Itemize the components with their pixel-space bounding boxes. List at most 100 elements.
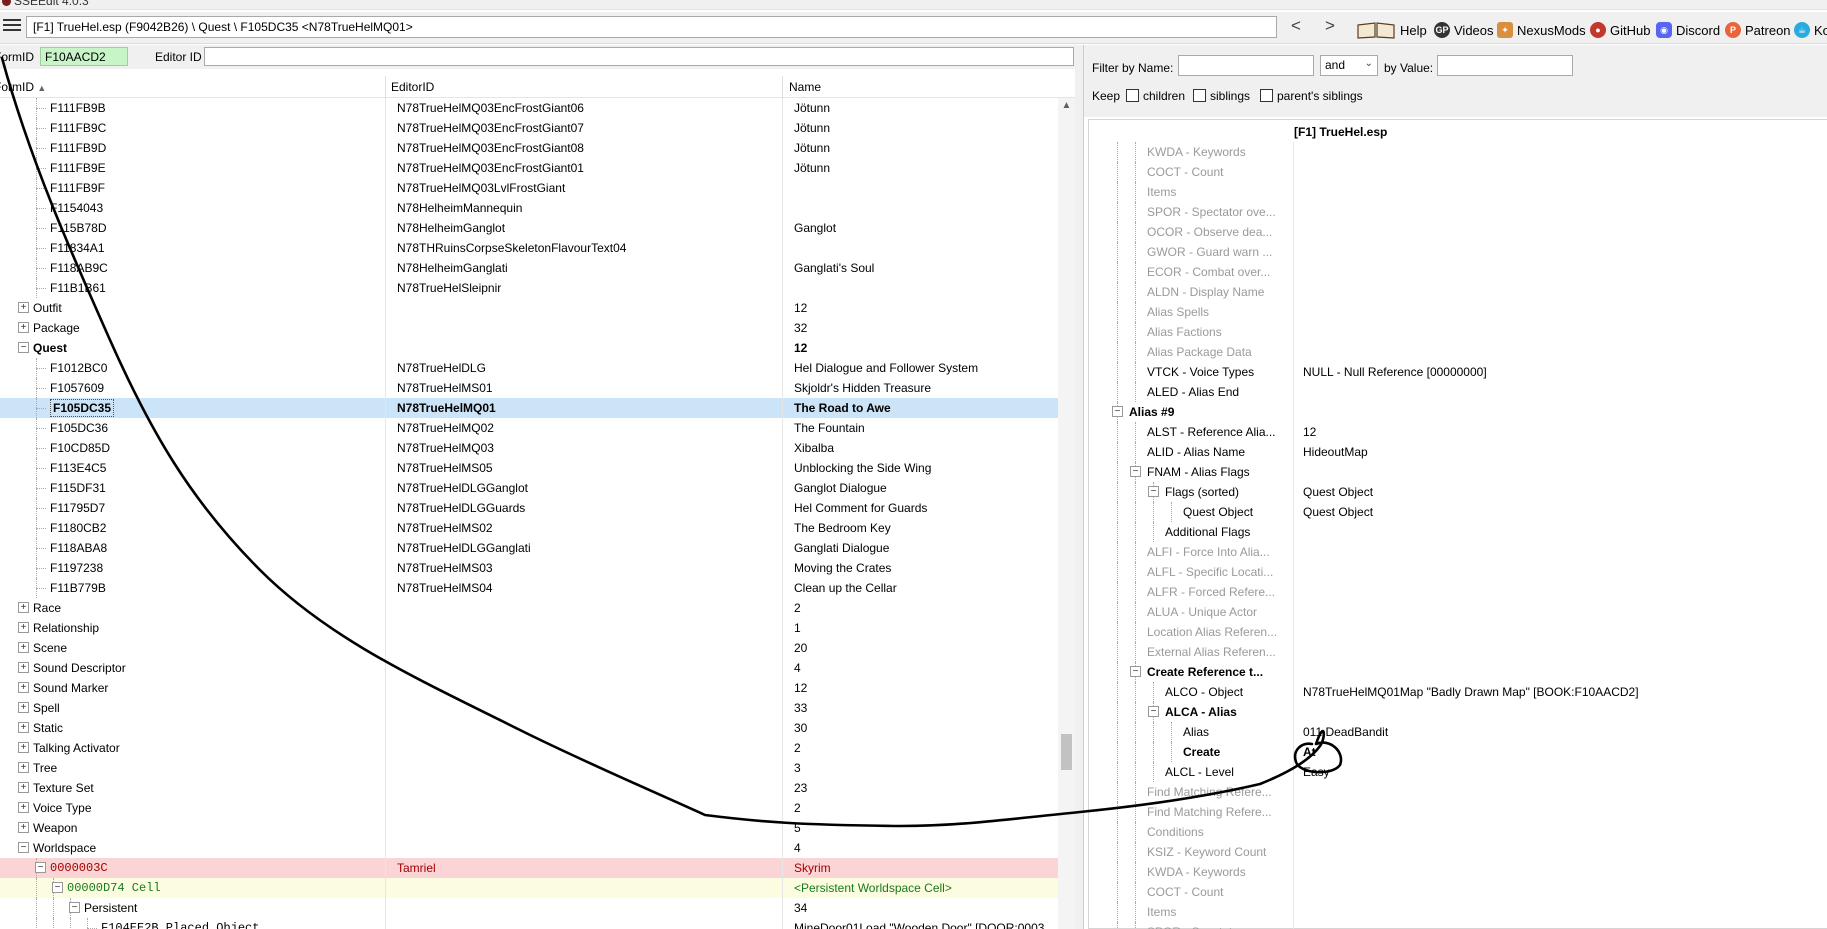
- filter-value-input[interactable]: [1437, 55, 1573, 76]
- collapse-node-icon[interactable]: −: [1130, 666, 1141, 677]
- record-field-row[interactable]: Location Alias Referen...: [1089, 622, 1827, 642]
- nexusmods-link[interactable]: ✦ NexusMods: [1497, 20, 1586, 40]
- patreon-link[interactable]: P Patreon: [1725, 20, 1791, 40]
- collapse-node-icon[interactable]: −: [18, 342, 29, 353]
- tree-row[interactable]: − Worldspace 4: [0, 838, 1058, 858]
- tree-row[interactable]: F11B779B N78TrueHelMS04 Clean up the Cella…: [0, 578, 1058, 598]
- tree-row[interactable]: + Weapon 5: [0, 818, 1058, 838]
- record-field-row[interactable]: KWDA - Keywords: [1089, 142, 1827, 162]
- field-value[interactable]: 011 DeadBandit: [1303, 725, 1388, 739]
- collapse-node-icon[interactable]: −: [1130, 466, 1141, 477]
- record-fields-view[interactable]: [F1] TrueHel.esp KWDA - Keywords COCT - C…: [1088, 119, 1827, 929]
- record-field-row[interactable]: ALCL - Level Easy: [1089, 762, 1827, 782]
- record-field-row[interactable]: SPOR - Spectator ove...: [1089, 922, 1827, 929]
- record-field-row[interactable]: COCT - Count: [1089, 882, 1827, 902]
- tree-row[interactable]: − Quest 12: [0, 338, 1058, 358]
- hamburger-menu-icon[interactable]: [3, 19, 21, 35]
- tree-row[interactable]: F1012BC0 N78TrueHelDLG Hel Dialogue and Fo…: [0, 358, 1058, 378]
- record-field-row[interactable]: − FNAM - Alias Flags: [1089, 462, 1827, 482]
- record-field-row[interactable]: Alias Factions: [1089, 322, 1827, 342]
- expand-node-icon[interactable]: +: [18, 782, 29, 793]
- tree-row[interactable]: F118ABA8 N78TrueHelDLGGanglati Ganglati Di…: [0, 538, 1058, 558]
- collapse-node-icon[interactable]: −: [52, 882, 63, 893]
- column-formid[interactable]: FormID ▲: [0, 80, 46, 94]
- record-field-row[interactable]: Alias 011 DeadBandit: [1089, 722, 1827, 742]
- field-value[interactable]: At: [1303, 745, 1316, 759]
- tree-row[interactable]: F104EE2B Placed Object MineDoor01Load "Wo…: [0, 918, 1058, 929]
- tree-scrollbar[interactable]: ▲: [1058, 98, 1075, 929]
- record-field-row[interactable]: ALED - Alias End: [1089, 382, 1827, 402]
- tree-row[interactable]: + Sound Descriptor 4: [0, 658, 1058, 678]
- discord-link[interactable]: ◉ Discord: [1656, 20, 1720, 40]
- tree-row[interactable]: F111FB9B N78TrueHelMQ03EncFrostGiant06 Jöt…: [0, 98, 1058, 118]
- help-link[interactable]: Help: [1356, 20, 1427, 40]
- scroll-up-arrow-icon[interactable]: ▲: [1058, 100, 1075, 111]
- record-field-row[interactable]: ALUA - Unique Actor: [1089, 602, 1827, 622]
- collapse-node-icon[interactable]: −: [69, 902, 80, 913]
- expand-node-icon[interactable]: +: [18, 602, 29, 613]
- record-field-row[interactable]: ALFL - Specific Locati...: [1089, 562, 1827, 582]
- tree-row[interactable]: F111FB9C N78TrueHelMQ03EncFrostGiant07 Jöt…: [0, 118, 1058, 138]
- scrollbar-thumb[interactable]: [1061, 734, 1072, 770]
- tree-row[interactable]: + Package 32: [0, 318, 1058, 338]
- tree-row[interactable]: F11795D7 N78TrueHelDLGGuards Hel Comment f…: [0, 498, 1058, 518]
- record-field-row[interactable]: ECOR - Combat over...: [1089, 262, 1827, 282]
- tree-row[interactable]: F115B78D N78HelheimGanglot Ganglot: [0, 218, 1058, 238]
- record-field-row[interactable]: Alias Spells: [1089, 302, 1827, 322]
- plugin-column-header[interactable]: [F1] TrueHel.esp: [1294, 125, 1387, 139]
- tree-row[interactable]: + Talking Activator 2: [0, 738, 1058, 758]
- tree-row[interactable]: −0000003C Tamriel Skyrim: [0, 858, 1058, 878]
- expand-node-icon[interactable]: +: [18, 722, 29, 733]
- expand-node-icon[interactable]: +: [18, 322, 29, 333]
- tree-row[interactable]: F1197238 N78TrueHelMS03 Moving the Crates: [0, 558, 1058, 578]
- field-value[interactable]: N78TrueHelMQ01Map "Badly Drawn Map" [BOO…: [1303, 685, 1639, 699]
- back-button[interactable]: <: [1283, 16, 1309, 38]
- record-field-row[interactable]: External Alias Referen...: [1089, 642, 1827, 662]
- field-value[interactable]: Quest Object: [1303, 505, 1373, 519]
- field-value[interactable]: Easy: [1303, 765, 1330, 779]
- tree-row[interactable]: F111FB9E N78TrueHelMQ03EncFrostGiant01 Jöt…: [0, 158, 1058, 178]
- keep-children-checkbox[interactable]: [1126, 89, 1139, 102]
- record-field-row[interactable]: KWDA - Keywords: [1089, 862, 1827, 882]
- record-field-row[interactable]: Find Matching Refere...: [1089, 782, 1827, 802]
- collapse-node-icon[interactable]: −: [1148, 486, 1159, 497]
- expand-node-icon[interactable]: +: [18, 822, 29, 833]
- tree-row[interactable]: F1057609 N78TrueHelMS01 Skjoldr's Hidden T…: [0, 378, 1058, 398]
- record-field-row[interactable]: ALID - Alias Name HideoutMap: [1089, 442, 1827, 462]
- github-link[interactable]: ● GitHub: [1590, 20, 1650, 40]
- collapse-node-icon[interactable]: −: [1112, 406, 1123, 417]
- tree-row[interactable]: − Persistent 34: [0, 898, 1058, 918]
- tree-row[interactable]: + Scene 20: [0, 638, 1058, 658]
- field-value[interactable]: HideoutMap: [1303, 445, 1368, 459]
- expand-node-icon[interactable]: +: [18, 682, 29, 693]
- tree-row[interactable]: + Voice Type 2: [0, 798, 1058, 818]
- filter-name-input[interactable]: [1178, 55, 1314, 76]
- tree-row[interactable]: F111FB9F N78TrueHelMQ03LvlFrostGiant: [0, 178, 1058, 198]
- forward-button[interactable]: >: [1317, 16, 1343, 38]
- record-field-row[interactable]: Items: [1089, 182, 1827, 202]
- tree-row[interactable]: F118AB9C N78HelheimGanglati Ganglati's Sou…: [0, 258, 1058, 278]
- expand-node-icon[interactable]: +: [18, 662, 29, 673]
- tree-row[interactable]: F113E4C5 N78TrueHelMS05 Unblocking the Sid…: [0, 458, 1058, 478]
- field-value[interactable]: Quest Object: [1303, 485, 1373, 499]
- record-field-row[interactable]: ALST - Reference Alia... 12: [1089, 422, 1827, 442]
- record-field-row[interactable]: ALDN - Display Name: [1089, 282, 1827, 302]
- expand-node-icon[interactable]: +: [18, 742, 29, 753]
- tree-row[interactable]: F11834A1 N78THRuinsCorpseSkeletonFlavourT…: [0, 238, 1058, 258]
- tree-row[interactable]: + Relationship 1: [0, 618, 1058, 638]
- record-field-row[interactable]: Alias Package Data: [1089, 342, 1827, 362]
- collapse-node-icon[interactable]: −: [18, 842, 29, 853]
- record-field-row[interactable]: VTCK - Voice Types NULL - Null Reference …: [1089, 362, 1827, 382]
- tree-row[interactable]: + Texture Set 23: [0, 778, 1058, 798]
- record-tree[interactable]: FormID ▲ EditorID Name F111FB9B N78TrueHe…: [0, 76, 1075, 929]
- tree-row[interactable]: F10CD85D N78TrueHelMQ03 Xibalba: [0, 438, 1058, 458]
- videos-link[interactable]: GP Videos: [1434, 20, 1494, 40]
- record-field-row[interactable]: Conditions: [1089, 822, 1827, 842]
- collapse-node-icon[interactable]: −: [1148, 706, 1159, 717]
- expand-node-icon[interactable]: +: [18, 802, 29, 813]
- record-field-row[interactable]: KSIZ - Keyword Count: [1089, 842, 1827, 862]
- tree-row[interactable]: F111FB9D N78TrueHelMQ03EncFrostGiant08 Jöt…: [0, 138, 1058, 158]
- record-field-row[interactable]: SPOR - Spectator ove...: [1089, 202, 1827, 222]
- record-field-row[interactable]: − ALCA - Alias: [1089, 702, 1827, 722]
- tree-row[interactable]: + Tree 3: [0, 758, 1058, 778]
